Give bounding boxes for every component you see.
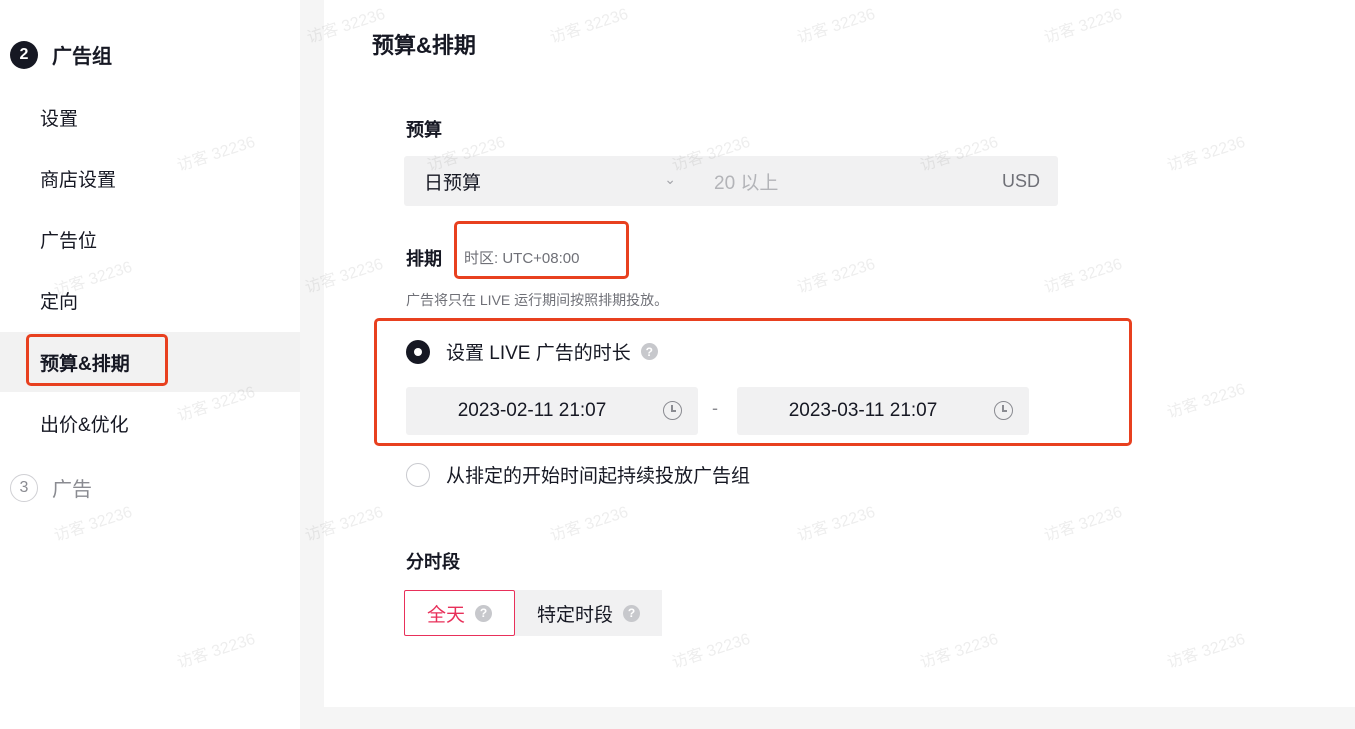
step-ad[interactable]: 3 广告	[10, 473, 92, 502]
budget-label: 预算	[406, 120, 442, 140]
step-number: 2	[10, 40, 38, 69]
sidebar-item-placement[interactable]: 广告位	[0, 209, 300, 269]
schedule-hint: 广告将只在 LIVE 运行期间按照排期投放。	[406, 292, 669, 308]
sidebar-item-settings[interactable]: 设置	[0, 87, 300, 147]
budget-type-value: 日预算	[424, 172, 482, 194]
step-label: 广告组	[52, 46, 112, 68]
daypart-specific-button[interactable]: 特定时段 ?	[515, 590, 663, 636]
highlight-box	[26, 334, 168, 386]
schedule-label: 排期	[406, 249, 442, 269]
highlight-box	[374, 318, 1132, 446]
daypart-all-day-button[interactable]: 全天 ?	[404, 590, 516, 636]
highlight-box	[454, 221, 629, 279]
chevron-down-icon: ⌄	[664, 171, 676, 187]
daypart-all-day-label: 全天	[427, 604, 466, 626]
sidebar-item-targeting[interactable]: 定向	[0, 270, 300, 330]
dayparting-label: 分时段	[406, 552, 460, 572]
budget-type-select[interactable]: 日预算 ⌄	[404, 156, 694, 206]
step-label: 广告	[52, 479, 92, 501]
help-icon[interactable]: ?	[623, 604, 641, 622]
section-title: 预算&排期	[372, 33, 476, 58]
main-panel: 预算&排期 预算 日预算 ⌄ 20 以上 USD 排期 时区: UTC+08:0…	[324, 0, 1355, 707]
sidebar: 2 广告组 设置 商店设置 广告位 定向 预算&排期 出价&优化 3 广告	[0, 0, 300, 729]
help-icon[interactable]: ?	[475, 604, 493, 622]
step-ad-group[interactable]: 2 广告组	[10, 40, 112, 69]
radio-label: 从排定的开始时间起持续投放广告组	[446, 466, 751, 487]
dayparting-toggle: 全天 ? 特定时段 ?	[404, 590, 663, 636]
budget-amount-input[interactable]: 20 以上	[694, 168, 1002, 195]
budget-row: 日预算 ⌄ 20 以上 USD	[404, 156, 1058, 206]
sidebar-item-store-settings[interactable]: 商店设置	[0, 148, 300, 208]
sidebar-item-bidding[interactable]: 出价&优化	[0, 393, 300, 453]
radio-unchecked-icon[interactable]	[406, 462, 430, 487]
daypart-specific-label: 特定时段	[537, 604, 614, 626]
radio-option-continuous[interactable]: 从排定的开始时间起持续投放广告组	[406, 461, 750, 488]
step-number: 3	[10, 473, 38, 502]
currency-label: USD	[1001, 170, 1040, 191]
